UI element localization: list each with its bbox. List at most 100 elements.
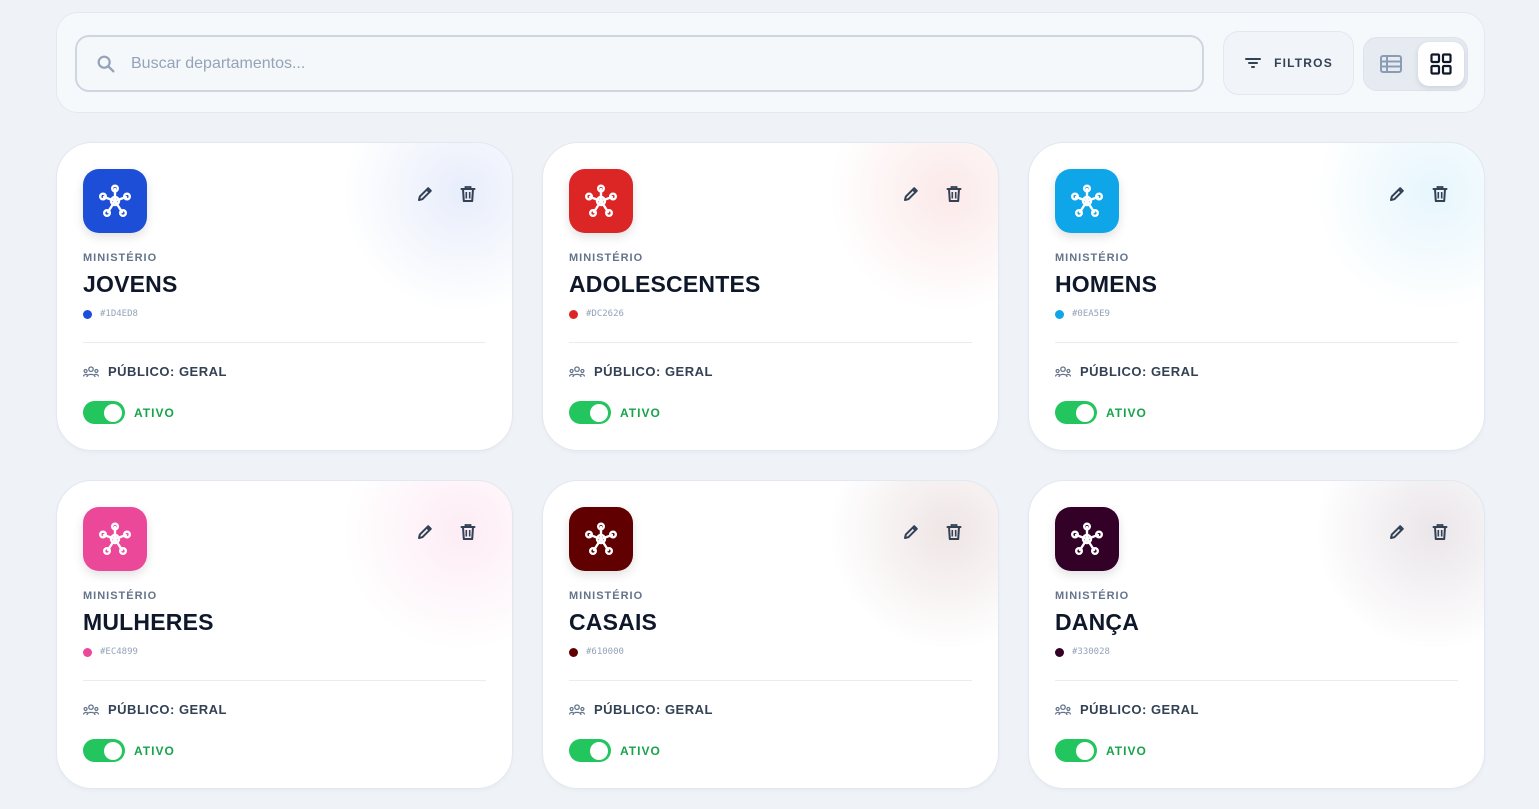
toggle-knob [590,403,608,422]
pencil-icon [904,187,918,201]
status-toggle[interactable] [569,739,611,762]
edit-button[interactable] [412,519,438,545]
color-code: #610000 [569,647,624,657]
color-code: #0EA5E9 [1055,309,1110,319]
delete-button[interactable] [455,519,481,545]
status-label: ATIVO [1106,405,1147,420]
card-glow [1314,481,1484,651]
search-box[interactable] [75,35,1204,92]
department-card[interactable]: MINISTÉRIO ADOLESCENTES #DC2626 PÚBLICO:… [542,142,999,451]
department-name: MULHERES [83,609,214,635]
trash-icon [1432,524,1448,540]
department-badge [569,507,633,571]
status-row: ATIVO [1055,739,1147,762]
filters-button[interactable]: FILTROS [1223,31,1354,95]
department-card[interactable]: MINISTÉRIO DANÇA #330028 PÚBLICO: GERAL … [1028,480,1485,789]
group-icon [83,703,99,715]
audience-row: PÚBLICO: GERAL [1055,364,1199,379]
audience-row: PÚBLICO: GERAL [569,364,713,379]
status-toggle[interactable] [569,401,611,424]
network-hub-icon [98,184,132,218]
color-dot [569,309,578,319]
audience-row: PÚBLICO: GERAL [83,702,227,717]
color-code: #EC4899 [83,647,138,657]
status-label: ATIVO [134,743,175,758]
department-card[interactable]: MINISTÉRIO MULHERES #EC4899 PÚBLICO: GER… [56,480,513,789]
pencil-icon [1390,187,1404,201]
department-badge [569,169,633,233]
search-input[interactable] [131,37,1191,90]
delete-button[interactable] [455,181,481,207]
status-toggle[interactable] [83,401,125,424]
color-hex: #DC2626 [586,309,624,319]
delete-button[interactable] [1427,181,1453,207]
network-hub-icon [1070,522,1104,556]
department-badge [1055,169,1119,233]
status-toggle[interactable] [1055,401,1097,424]
edit-button[interactable] [1384,519,1410,545]
audience-label: PÚBLICO: GERAL [108,364,227,379]
department-category: MINISTÉRIO [1055,590,1130,602]
grid-view-button[interactable] [1418,42,1464,86]
department-category: MINISTÉRIO [569,590,644,602]
audience-label: PÚBLICO: GERAL [108,702,227,717]
audience-label: PÚBLICO: GERAL [1080,364,1199,379]
department-card[interactable]: MINISTÉRIO CASAIS #610000 PÚBLICO: GERAL… [542,480,999,789]
card-glow [342,481,512,651]
edit-button[interactable] [898,519,924,545]
audience-row: PÚBLICO: GERAL [83,364,227,379]
card-glow [1314,143,1484,313]
network-hub-icon [1070,184,1104,218]
color-hex: #330028 [1072,647,1110,657]
department-card[interactable]: MINISTÉRIO HOMENS #0EA5E9 PÚBLICO: GERAL… [1028,142,1485,451]
card-glow [342,143,512,313]
status-row: ATIVO [83,401,175,424]
delete-button[interactable] [941,519,967,545]
group-icon [569,365,585,377]
status-label: ATIVO [620,743,661,758]
divider [83,680,486,681]
toggle-knob [104,403,122,422]
grid-view-icon [1430,53,1452,75]
pencil-icon [904,525,918,539]
status-label: ATIVO [134,405,175,420]
department-name: ADOLESCENTES [569,271,761,297]
toggle-knob [1076,403,1094,422]
divider [569,342,972,343]
status-toggle[interactable] [83,739,125,762]
toggle-knob [590,741,608,760]
status-row: ATIVO [1055,401,1147,424]
trash-icon [460,186,476,202]
trash-icon [1432,186,1448,202]
color-dot [569,647,578,657]
color-dot [1055,309,1064,319]
list-view-icon [1380,55,1402,73]
delete-button[interactable] [1427,519,1453,545]
edit-button[interactable] [898,181,924,207]
status-label: ATIVO [1106,743,1147,758]
view-toggle [1363,37,1468,91]
department-name: HOMENS [1055,271,1158,297]
edit-button[interactable] [1384,181,1410,207]
department-badge [83,507,147,571]
group-icon [569,703,585,715]
network-hub-icon [98,522,132,556]
audience-label: PÚBLICO: GERAL [1080,702,1199,717]
group-icon [1055,365,1071,377]
department-card[interactable]: MINISTÉRIO JOVENS #1D4ED8 PÚBLICO: GERAL… [56,142,513,451]
card-glow [828,481,998,651]
color-hex: #EC4899 [100,647,138,657]
color-code: #1D4ED8 [83,309,138,319]
color-code: #330028 [1055,647,1110,657]
department-category: MINISTÉRIO [569,252,644,264]
department-name: DANÇA [1055,609,1140,635]
list-view-button[interactable] [1368,42,1414,86]
color-dot [83,647,92,657]
toggle-knob [104,741,122,760]
toggle-knob [1076,741,1094,760]
edit-button[interactable] [412,181,438,207]
status-row: ATIVO [569,401,661,424]
status-toggle[interactable] [1055,739,1097,762]
trash-icon [946,186,962,202]
delete-button[interactable] [941,181,967,207]
